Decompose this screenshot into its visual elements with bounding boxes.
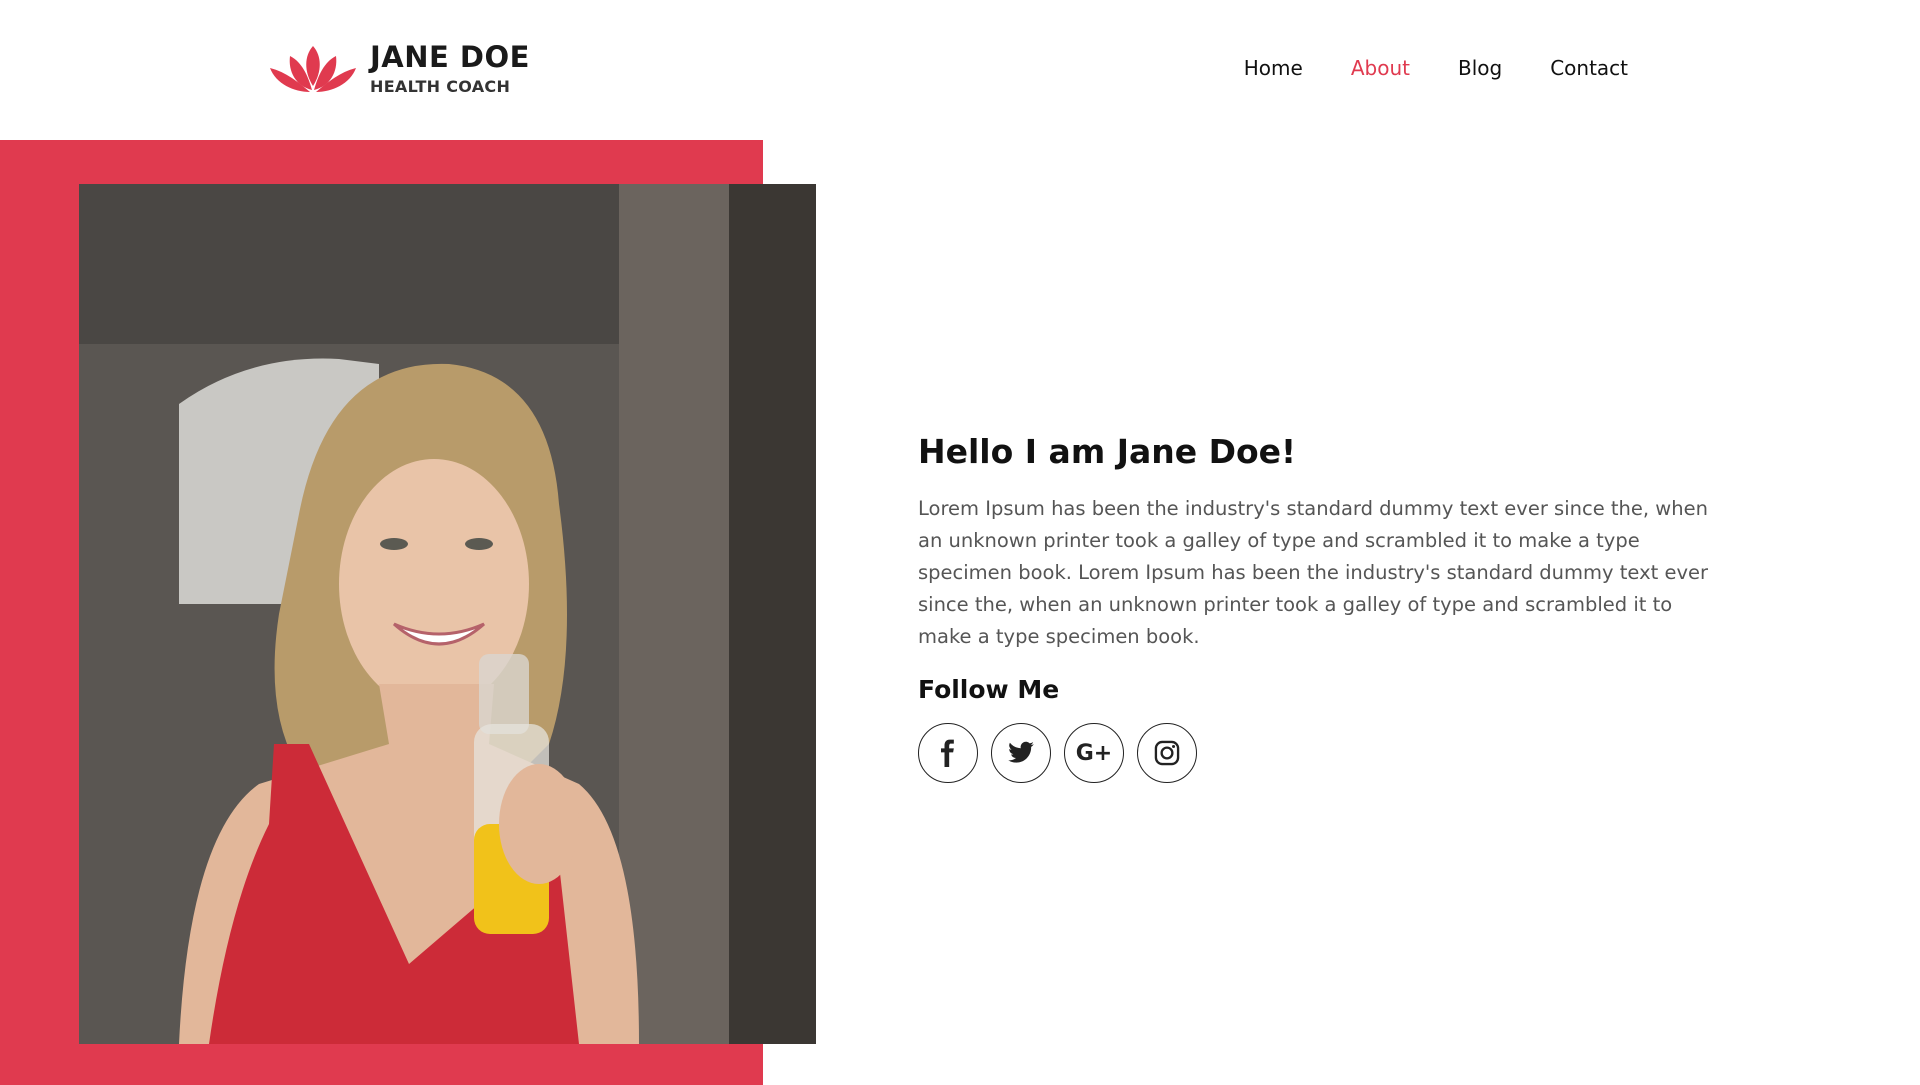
nav-contact[interactable]: Contact xyxy=(1550,56,1628,80)
brand[interactable]: JANE DOE HEALTH COACH xyxy=(268,42,530,96)
about-section: Hello I am Jane Doe! Lorem Ipsum has bee… xyxy=(918,432,1718,783)
nav-home[interactable]: Home xyxy=(1244,56,1303,80)
nav-about[interactable]: About xyxy=(1351,56,1410,80)
about-bio: Lorem Ipsum has been the industry's stan… xyxy=(918,497,1709,648)
instagram-button[interactable] xyxy=(1137,723,1197,783)
instagram-icon xyxy=(1154,740,1180,766)
follow-heading: Follow Me xyxy=(918,675,1060,704)
social-links: G+ xyxy=(918,723,1718,783)
photo-illustration xyxy=(79,184,816,1044)
nav-blog[interactable]: Blog xyxy=(1458,56,1502,80)
lotus-logo-icon xyxy=(270,46,356,92)
about-heading: Hello I am Jane Doe! xyxy=(918,432,1297,471)
twitter-icon xyxy=(1008,741,1034,763)
facebook-button[interactable] xyxy=(918,723,978,783)
brand-subtitle: HEALTH COACH xyxy=(370,76,511,96)
main-nav: Home About Blog Contact xyxy=(1196,56,1628,80)
twitter-button[interactable] xyxy=(991,723,1051,783)
brand-name: JANE DOE xyxy=(370,39,530,74)
google-plus-button[interactable]: G+ xyxy=(1064,723,1124,783)
google-plus-icon: G+ xyxy=(1075,740,1113,766)
facebook-icon xyxy=(941,739,954,767)
profile-photo xyxy=(79,184,816,1044)
